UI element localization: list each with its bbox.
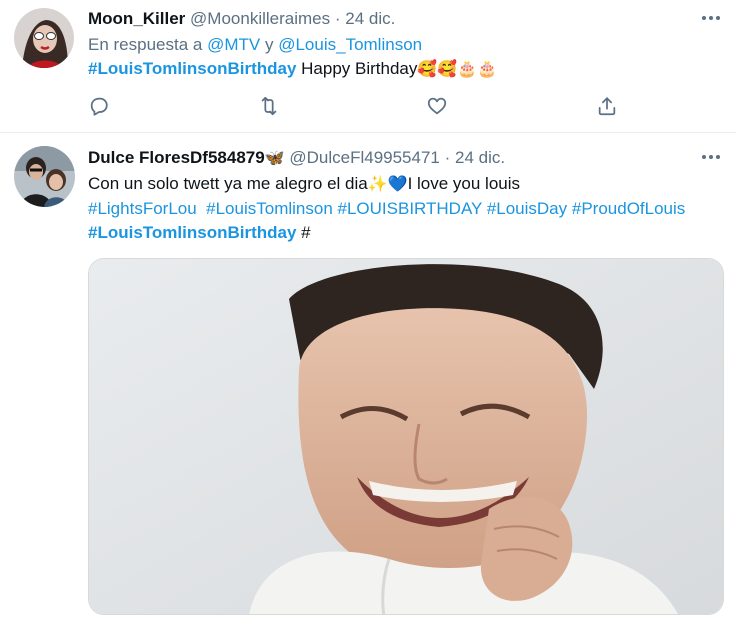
butterfly-emoji: 🦋 — [264, 150, 285, 167]
separator-dot: · — [444, 148, 451, 167]
trailing-text: # — [301, 223, 311, 242]
tweet-actions — [88, 95, 648, 119]
author-name[interactable]: Dulce FloresDf584879 — [88, 148, 265, 167]
reply-icon — [90, 97, 108, 116]
reply-button[interactable] — [88, 95, 112, 119]
tweet-date[interactable]: 24 dic. — [345, 9, 395, 28]
author-handle[interactable]: @Moonkilleraimes — [190, 9, 330, 28]
tweet-body: Happy Birthday — [301, 59, 418, 78]
tweet[interactable]: Moon_Killer @Moonkilleraimes · 24 dic. E… — [0, 0, 736, 133]
emoji-sequence: ✨💙 — [367, 176, 408, 193]
hashtag-link[interactable]: #LouisDay — [487, 199, 567, 218]
mention-link[interactable]: @Louis_Tomlinson — [278, 35, 422, 54]
like-button[interactable] — [426, 95, 450, 119]
tweet-media-photo[interactable] — [88, 258, 724, 615]
photo-image — [89, 259, 723, 614]
tweet-date[interactable]: 24 dic. — [455, 148, 505, 167]
tweet-text: Con un solo twett ya me alegro el dia✨💙I… — [88, 172, 722, 245]
retweet-button[interactable] — [258, 95, 282, 119]
emoji-sequence: 🥰🥰🎂🎂 — [417, 61, 498, 78]
share-button[interactable] — [596, 95, 620, 119]
more-horizontal-icon — [702, 16, 720, 20]
hashtag-line: #LightsForLou #LouisTomlinson #LOUISBIRT… — [88, 197, 722, 221]
mention-link[interactable]: @MTV — [207, 35, 260, 54]
more-horizontal-icon — [702, 155, 720, 159]
more-options-button[interactable] — [696, 145, 722, 167]
retweet-icon — [261, 96, 277, 116]
hashtag-link[interactable]: #LouisTomlinsonBirthday — [88, 59, 296, 78]
tweet-line: Con un solo twett ya me alegro el dia✨💙I… — [88, 172, 722, 197]
tweet-body: Con un solo twett ya me alegro el dia — [88, 174, 368, 193]
hashtag-link[interactable]: #LouisTomlinsonBirthday — [88, 223, 296, 242]
avatar[interactable] — [14, 8, 74, 68]
separator-dot: · — [334, 9, 341, 28]
tweet-body-end: I love you louis — [407, 174, 521, 193]
replying-conjunction: y — [264, 35, 274, 54]
share-icon — [598, 97, 616, 116]
replying-prefix: En respuesta a — [88, 35, 203, 54]
replying-to: En respuesta a @MTV y @Louis_Tomlinson — [88, 33, 722, 57]
hashtag-link[interactable]: #LightsForLou — [88, 199, 197, 218]
hashtag-link[interactable]: #LOUISBIRTHDAY — [338, 199, 483, 218]
more-options-button[interactable] — [696, 6, 722, 28]
avatar[interactable] — [14, 146, 75, 207]
hashtag-link[interactable]: #LouisTomlinson — [206, 199, 333, 218]
author-handle[interactable]: @DulceFl49955471 — [289, 148, 440, 167]
tweet-text: #LouisTomlinsonBirthday Happy Birthday🥰🥰… — [88, 57, 722, 82]
author-name[interactable]: Moon_Killer — [88, 9, 185, 28]
hashtag-link[interactable]: #ProudOfLouis — [572, 199, 685, 218]
like-icon — [427, 97, 447, 115]
hashtag-line: #LouisTomlinsonBirthday # — [88, 221, 722, 245]
tweet[interactable]: Dulce FloresDf584879🦋 @DulceFl49955471 ·… — [0, 133, 736, 625]
